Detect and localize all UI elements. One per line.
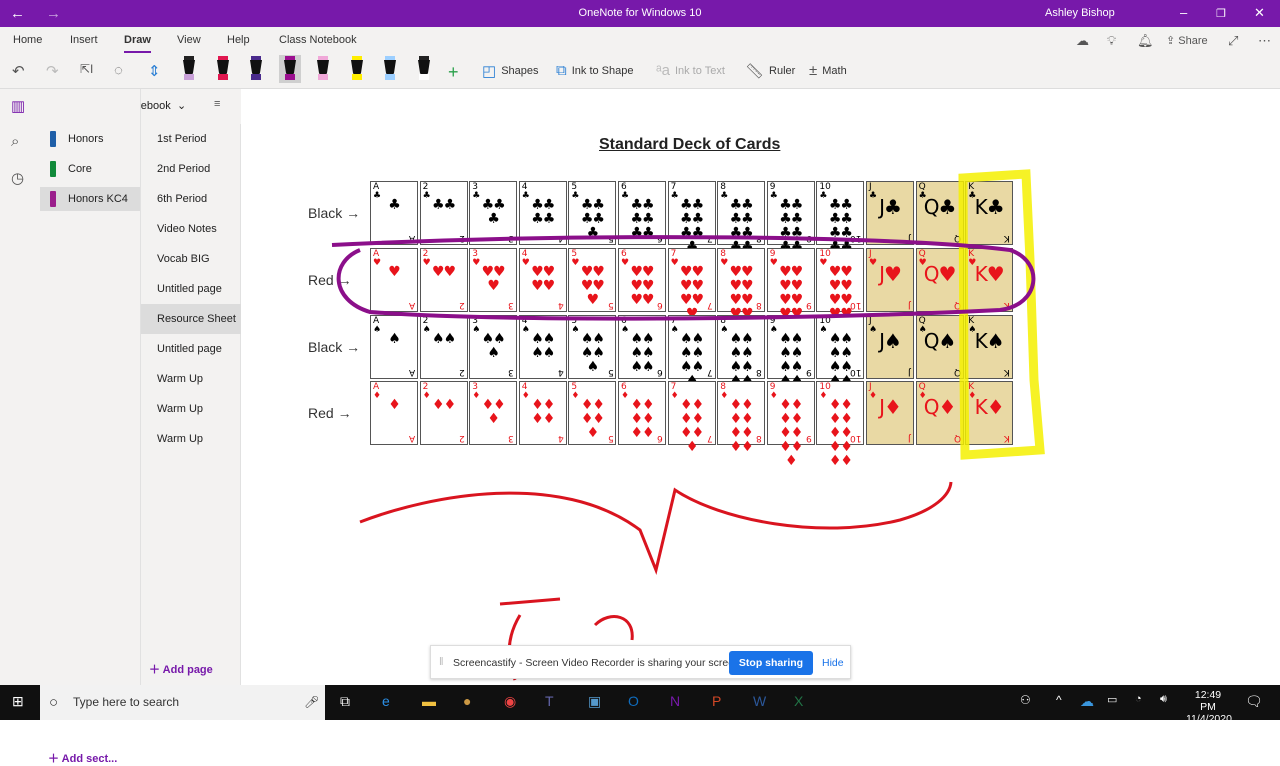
taskbar-search[interactable]: ○ Type here to search 🎤︎ <box>40 685 325 720</box>
cortana-circle-icon: ○ <box>49 694 59 711</box>
file-explorer-icon[interactable]: ▬ <box>422 693 436 709</box>
chrome-icon[interactable]: ◉ <box>504 693 516 710</box>
battery-icon[interactable]: ▭ <box>1107 693 1117 706</box>
add-section-label: Add sect... <box>61 753 118 765</box>
microphone-icon[interactable]: 🎤︎ <box>304 685 319 720</box>
share-message: Screencastify - Screen Video Recorder is… <box>453 657 743 669</box>
taskbar: ⊞ ○ Type here to search 🎤︎ ⧉ e ▬ ● ◉ T ▣… <box>0 685 1280 725</box>
powerpoint-icon[interactable]: P <box>712 693 721 709</box>
purple-circle-ink <box>331 235 1036 321</box>
wifi-icon[interactable]: ◔ <box>1135 693 1142 705</box>
ink-annotations <box>331 169 1045 681</box>
drag-handle-icon[interactable]: ‖ <box>439 656 444 668</box>
onedrive-icon[interactable]: ☁ <box>1080 693 1094 710</box>
remote-desktop-icon[interactable]: ▣ <box>588 693 601 710</box>
excel-icon[interactable]: X <box>794 693 803 709</box>
volume-icon[interactable]: 🔊︎ <box>1160 693 1167 706</box>
onenote-icon[interactable]: N <box>670 693 680 709</box>
chevron-up-icon[interactable]: ^ <box>1056 693 1062 707</box>
time: 12:49 PM <box>1194 689 1222 713</box>
add-section-button[interactable]: ＋ Add sect... <box>48 750 117 766</box>
hide-button[interactable]: Hide <box>822 657 844 669</box>
edge-icon[interactable]: e <box>382 693 390 709</box>
people-icon[interactable]: ⚇ <box>1020 693 1031 707</box>
paint-icon[interactable]: ● <box>463 693 471 709</box>
date: 11/4/2020 <box>1186 713 1232 725</box>
notifications-icon[interactable]: 🗨︎ <box>1245 693 1263 710</box>
task-view-icon[interactable]: ⧉ <box>340 693 350 710</box>
yellow-highlight-ink <box>958 169 1045 460</box>
windows-start-icon[interactable]: ⊞ <box>12 693 24 710</box>
search-placeholder: Type here to search <box>73 695 180 709</box>
word-icon[interactable]: W <box>753 693 766 709</box>
stop-sharing-button[interactable]: Stop sharing <box>729 651 813 675</box>
teams-icon[interactable]: T <box>545 693 554 709</box>
red-curve-ink <box>359 481 953 575</box>
screen-share-notification: ‖ Screencastify - Screen Video Recorder … <box>430 645 851 679</box>
outlook-icon[interactable]: O <box>628 693 639 709</box>
